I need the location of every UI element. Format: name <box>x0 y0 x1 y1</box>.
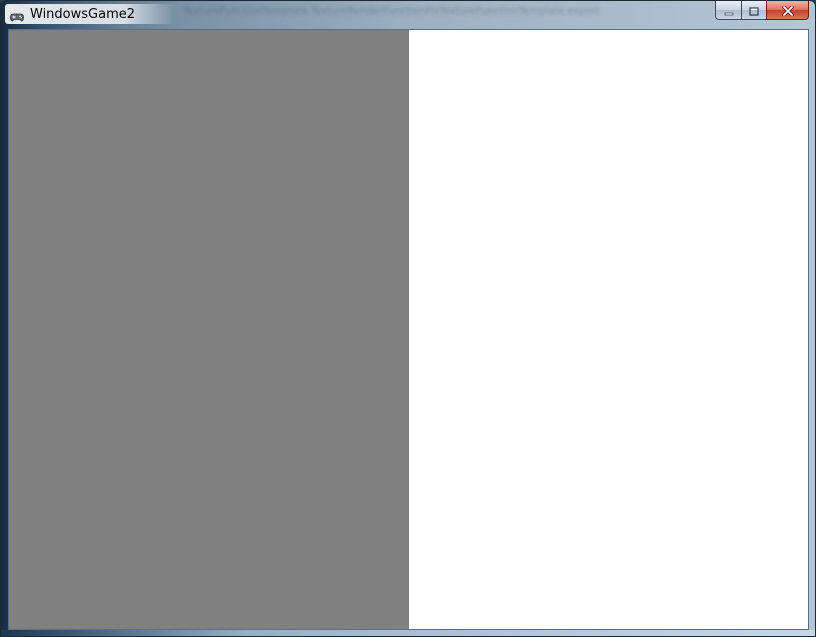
background-window-text: TextureFunctionTemplate TextureRenderFun… <box>183 6 600 17</box>
game-viewport[interactable] <box>8 29 809 630</box>
maximize-icon <box>749 1 759 20</box>
game-window: WindowsGame2 TextureFunctionTemplate Tex… <box>0 0 816 637</box>
minimize-icon <box>724 1 734 20</box>
close-button[interactable] <box>766 1 809 20</box>
window-title: WindowsGame2 <box>30 7 136 22</box>
gamepad-icon[interactable] <box>10 8 24 22</box>
title-bar[interactable]: WindowsGame2 TextureFunctionTemplate Tex… <box>1 1 815 28</box>
maximize-button[interactable] <box>741 1 766 20</box>
white-panel <box>409 30 808 629</box>
window-bottom-border <box>1 630 815 636</box>
close-icon <box>781 1 794 20</box>
caption-buttons <box>715 1 809 20</box>
gray-panel <box>9 30 409 629</box>
minimize-button[interactable] <box>715 1 741 20</box>
